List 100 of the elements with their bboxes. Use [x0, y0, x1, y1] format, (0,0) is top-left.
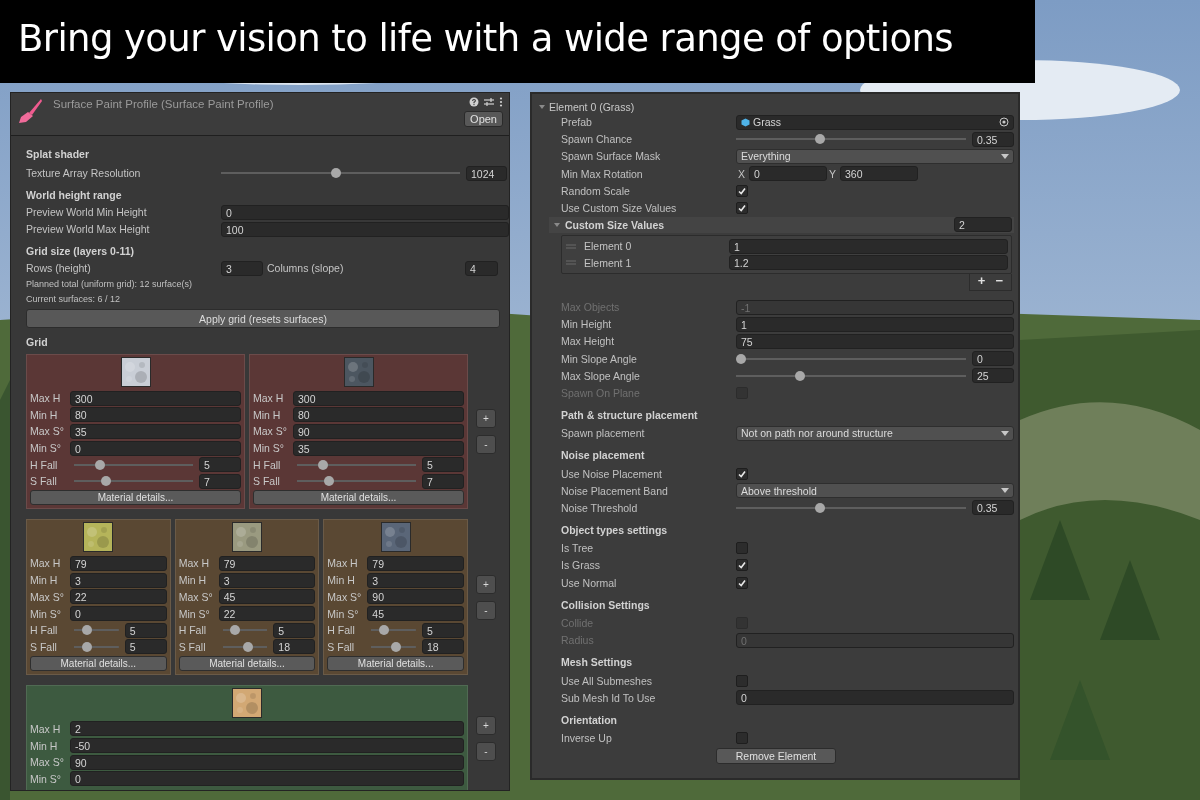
- number-field[interactable]: 25: [972, 368, 1014, 384]
- add-button[interactable]: +: [476, 715, 496, 735]
- number-field[interactable]: 0: [70, 771, 464, 787]
- slider-thumb[interactable]: [330, 168, 341, 178]
- number-field[interactable]: 4: [465, 260, 498, 276]
- field-label: Texture Array Resolution: [26, 167, 142, 179]
- remove-button[interactable]: -: [476, 741, 496, 761]
- number-field[interactable]: 5: [422, 457, 464, 473]
- add-button[interactable]: +: [973, 273, 990, 288]
- number-field[interactable]: 35: [293, 440, 464, 456]
- material-details-button[interactable]: Material details...: [327, 655, 464, 671]
- number-field[interactable]: 3: [221, 260, 263, 276]
- size-field[interactable]: 2: [954, 217, 1012, 233]
- slider-thumb[interactable]: [736, 353, 746, 364]
- number-field[interactable]: 90: [367, 589, 464, 605]
- number-field[interactable]: 5: [273, 622, 316, 638]
- number-field[interactable]: 3: [367, 572, 464, 588]
- number-field[interactable]: 22: [218, 606, 316, 621]
- checkbox[interactable]: [736, 732, 748, 745]
- number-field[interactable]: 0: [70, 440, 241, 456]
- number-field[interactable]: 75: [736, 333, 1014, 349]
- apply-button[interactable]: Apply grid (resets surfaces): [26, 309, 500, 328]
- material-details-button[interactable]: Material details...: [30, 655, 167, 671]
- slider-thumb[interactable]: [815, 134, 826, 145]
- slider-thumb[interactable]: [391, 641, 402, 652]
- dropdown[interactable]: Above threshold: [736, 483, 1014, 499]
- checkbox[interactable]: [736, 201, 748, 214]
- number-field[interactable]: 1.2: [729, 255, 1008, 271]
- add-button[interactable]: +: [476, 409, 496, 429]
- number-field[interactable]: 80: [70, 407, 241, 423]
- remove-element-button[interactable]: Remove Element: [716, 747, 836, 764]
- number-field[interactable]: 3: [218, 572, 316, 588]
- number-field[interactable]: 90: [70, 754, 464, 770]
- number-field[interactable]: 5: [422, 622, 464, 638]
- number-field[interactable]: 300: [293, 390, 464, 406]
- number-field[interactable]: 5: [199, 457, 241, 473]
- number-field[interactable]: 79: [367, 555, 464, 571]
- number-field[interactable]: 45: [367, 606, 464, 621]
- number-field[interactable]: 79: [70, 555, 167, 571]
- number-field[interactable]: 0: [972, 351, 1014, 366]
- number-field[interactable]: 79: [218, 555, 316, 571]
- slider-thumb[interactable]: [324, 476, 335, 487]
- material-details-button[interactable]: Material details...: [253, 490, 464, 506]
- slider-thumb[interactable]: [815, 502, 826, 513]
- number-field[interactable]: 1: [736, 316, 1014, 332]
- number-field[interactable]: 18: [273, 639, 316, 655]
- number-field[interactable]: 35: [70, 423, 241, 439]
- number-field[interactable]: 0.35: [972, 131, 1014, 147]
- number-field[interactable]: 5: [124, 622, 167, 638]
- dropdown[interactable]: Everything: [736, 148, 1014, 164]
- number-field[interactable]: 18: [422, 639, 464, 655]
- checkbox[interactable]: [736, 184, 748, 197]
- number-field[interactable]: 7: [422, 473, 464, 489]
- number-field[interactable]: 2: [70, 721, 464, 737]
- remove-button[interactable]: -: [476, 435, 496, 455]
- number-field[interactable]: 0.35: [972, 500, 1014, 516]
- number-field[interactable]: 7: [199, 473, 241, 489]
- open-button[interactable]: Open: [464, 111, 503, 127]
- material-details-button[interactable]: Material details...: [178, 655, 316, 671]
- number-field[interactable]: 100: [221, 221, 509, 237]
- slider-thumb[interactable]: [795, 370, 806, 381]
- slider-thumb[interactable]: [81, 625, 92, 636]
- number-field[interactable]: 300: [70, 390, 241, 406]
- field-label: Min S°: [178, 607, 211, 620]
- number-field[interactable]: 80: [293, 407, 464, 423]
- number-field[interactable]: 22: [70, 589, 167, 605]
- number-field[interactable]: 1024: [466, 165, 507, 181]
- number-field[interactable]: -50: [70, 738, 464, 754]
- field-label: S Fall: [327, 640, 356, 653]
- number-field[interactable]: 90: [293, 423, 464, 439]
- slider-thumb[interactable]: [94, 459, 105, 470]
- checkbox[interactable]: [736, 674, 748, 687]
- slider-thumb[interactable]: [101, 476, 112, 487]
- slider-thumb[interactable]: [378, 625, 389, 636]
- slider-thumb[interactable]: [230, 625, 241, 636]
- field-label: Max S°: [327, 590, 363, 603]
- checkbox[interactable]: [736, 559, 748, 572]
- number-field[interactable]: 0: [736, 690, 1014, 706]
- checkbox[interactable]: [736, 576, 748, 589]
- checkbox[interactable]: [736, 542, 748, 555]
- number-field[interactable]: 3: [70, 572, 167, 588]
- object-field[interactable]: Grass: [736, 114, 1014, 130]
- checkbox[interactable]: [736, 467, 748, 480]
- number-field[interactable]: 45: [218, 589, 316, 605]
- remove-button[interactable]: -: [476, 600, 496, 620]
- remove-button[interactable]: −: [991, 273, 1007, 288]
- slider-thumb[interactable]: [81, 641, 92, 652]
- dropdown[interactable]: Not on path nor around structure: [736, 425, 1014, 441]
- number-field[interactable]: 0: [70, 606, 167, 621]
- slider-thumb[interactable]: [317, 459, 328, 470]
- slider-thumb[interactable]: [242, 641, 253, 652]
- number-field[interactable]: 360: [840, 166, 919, 182]
- number-field[interactable]: 1: [729, 238, 1008, 254]
- number-field[interactable]: 0: [221, 204, 509, 220]
- foldout-label[interactable]: Element 0 (Grass): [549, 101, 635, 113]
- list-title[interactable]: Custom Size Values: [565, 218, 950, 231]
- number-field[interactable]: 0: [749, 166, 827, 182]
- add-button[interactable]: +: [476, 574, 496, 594]
- number-field[interactable]: 5: [124, 639, 167, 655]
- material-details-button[interactable]: Material details...: [30, 490, 241, 506]
